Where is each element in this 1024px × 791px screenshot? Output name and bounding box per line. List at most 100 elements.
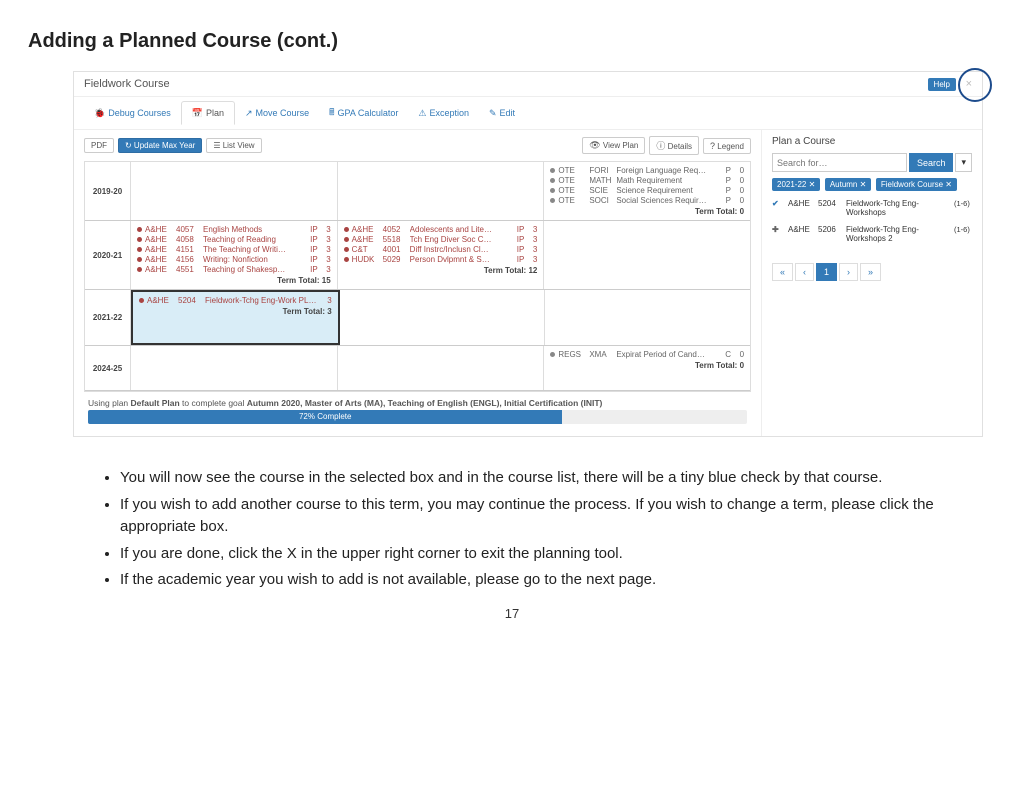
year-label: 2024-25 [85,346,131,390]
pager-prev[interactable]: ‹ [795,263,814,281]
term-total: Term Total: 15 [137,276,331,285]
info-icon: ⓘ [656,141,665,151]
course-dot-icon [344,227,349,232]
course-dot-icon [137,257,142,262]
page-number: 17 [28,606,996,621]
course-dot-icon [137,227,142,232]
term-cell[interactable] [544,221,750,289]
details-button[interactable]: ⓘ Details [649,136,699,155]
year-label: 2020-21 [85,221,131,289]
pager: « ‹ 1 › » [772,263,972,281]
course-dot-icon [137,237,142,242]
course-dot-icon [550,178,555,183]
move-icon: ↗ [245,108,253,119]
plan-course-panel: Plan a Course Search ▾ 2021-22 ✕ Autumn … [762,130,982,436]
search-input[interactable] [772,153,907,172]
tab-plan[interactable]: 📅Plan [181,101,235,125]
tab-gpa[interactable]: 🖩GPA Calculator [319,101,408,125]
tab-bar: 🐞Debug Courses 📅Plan ↗Move Course 🖩GPA C… [74,97,982,130]
search-result-row[interactable]: ✔ A&HE 5204 Fieldwork-Tchg Eng-Workshops… [772,195,972,221]
filter-pill-search[interactable]: Fieldwork Course ✕ [876,178,957,191]
term-cell[interactable] [131,162,338,220]
course-dot-icon [550,168,555,173]
search-result-row[interactable]: ✚ A&HE 5206 Fieldwork-Tchg Eng-Workshops… [772,221,972,247]
filter-pills: 2021-22 ✕ Autumn ✕ Fieldwork Course ✕ [772,178,972,195]
term-cell[interactable] [340,290,546,345]
warning-icon: ⚠ [418,108,426,119]
bug-icon: 🐞 [94,108,105,119]
progress-bar: 72% Complete [88,410,562,424]
term-total: Term Total: 12 [344,266,538,275]
filter-pill-term[interactable]: Autumn ✕ [825,178,872,191]
term-total: Term Total: 3 [139,307,332,316]
course-dot-icon [550,352,555,357]
instruction-item: If you wish to add another course to thi… [120,494,936,539]
term-cell[interactable]: OTEFORIForeign Language Req…P0 OTEMATHMa… [544,162,750,220]
course-dot-icon [550,198,555,203]
instruction-item: If the academic year you wish to add is … [120,569,936,592]
help-badge[interactable]: Help [928,78,956,91]
filter-pill-year[interactable]: 2021-22 ✕ [772,178,820,191]
plan-goal: Autumn 2020, Master of Arts (MA), Teachi… [247,398,603,408]
page-title: Adding a Planned Course (cont.) [28,30,996,53]
app-screenshot: Fieldwork Course Help × 🐞Debug Courses 📅… [73,71,983,437]
plan-panel: PDF ↻ Update Max Year ☰ List View 👁 View… [74,130,762,436]
pager-next[interactable]: › [839,263,858,281]
tab-exception[interactable]: ⚠Exception [408,101,479,125]
edit-icon: ✎ [489,108,497,119]
search-options-dropdown[interactable]: ▾ [955,153,972,172]
course-dot-icon [344,247,349,252]
instruction-item: If you are done, click the X in the uppe… [120,543,936,566]
year-row-2021-22: 2021-22 A&HE5204Fieldwork-Tchg Eng-Work … [85,290,750,346]
year-label: 2021-22 [85,290,131,345]
add-icon[interactable]: ✚ [772,225,784,234]
pager-first[interactable]: « [772,263,793,281]
pager-page-1[interactable]: 1 [816,263,837,281]
course-dot-icon [344,237,349,242]
modal-header: Fieldwork Course Help × [74,72,982,97]
eye-icon: 👁 [589,140,600,150]
term-cell[interactable] [338,162,545,220]
year-row-2020-21: 2020-21 A&HE4057English MethodsIP3 A&HE4… [85,221,750,290]
term-total: Term Total: 0 [550,207,744,216]
term-cell[interactable] [338,346,545,390]
year-label: 2019-20 [85,162,131,220]
course-dot-icon [137,267,142,272]
term-cell[interactable] [131,346,338,390]
plan-name: Default Plan [131,398,180,408]
list-view-button[interactable]: ☰ List View [206,138,261,153]
calculator-icon: 🖩 [329,105,334,121]
instruction-list: You will now see the course in the selec… [120,467,936,592]
term-cell[interactable]: A&HE4052Adolescents and Lite…IP3 A&HE551… [338,221,545,289]
pdf-button[interactable]: PDF [84,138,114,153]
search-button[interactable]: Search [909,153,954,172]
tab-debug[interactable]: 🐞Debug Courses [84,101,181,125]
course-dot-icon [137,247,142,252]
term-cell[interactable]: A&HE4057English MethodsIP3 A&HE4058Teach… [131,221,338,289]
modal-title: Fieldwork Course [84,78,170,90]
update-year-button[interactable]: ↻ Update Max Year [118,138,202,153]
calendar-icon: 📅 [192,108,203,119]
check-icon: ✔ [772,199,784,208]
plan-course-heading: Plan a Course [772,136,972,147]
plan-footer: Using plan Default Plan to complete goal… [84,392,751,430]
course-dot-icon [550,188,555,193]
progress-bar-container: 72% Complete [88,410,747,424]
tab-move[interactable]: ↗Move Course [235,101,319,125]
year-row-2019-20: 2019-20 OTEFORIForeign Language Req…P0 O… [85,162,750,221]
instruction-item: You will now see the course in the selec… [120,467,936,490]
legend-icon: ? [710,141,715,151]
year-row-2024-25: 2024-25 REGSXMAExpirat Period of Cand…C0… [85,346,750,391]
course-dot-icon [344,257,349,262]
term-cell[interactable]: REGSXMAExpirat Period of Cand…C0 Term To… [544,346,750,390]
legend-button[interactable]: ? Legend [703,138,751,154]
course-dot-icon [139,298,144,303]
view-plan-button[interactable]: 👁 View Plan [582,137,645,154]
plan-grid: 2019-20 OTEFORIForeign Language Req…P0 O… [84,161,751,392]
term-total: Term Total: 0 [550,361,744,370]
pager-last[interactable]: » [860,263,881,281]
term-cell[interactable] [545,290,750,345]
term-cell-selected[interactable]: A&HE5204Fieldwork-Tchg Eng-Work PL…3 Ter… [131,290,340,345]
tab-edit[interactable]: ✎Edit [479,101,525,125]
close-icon[interactable]: × [966,78,972,90]
